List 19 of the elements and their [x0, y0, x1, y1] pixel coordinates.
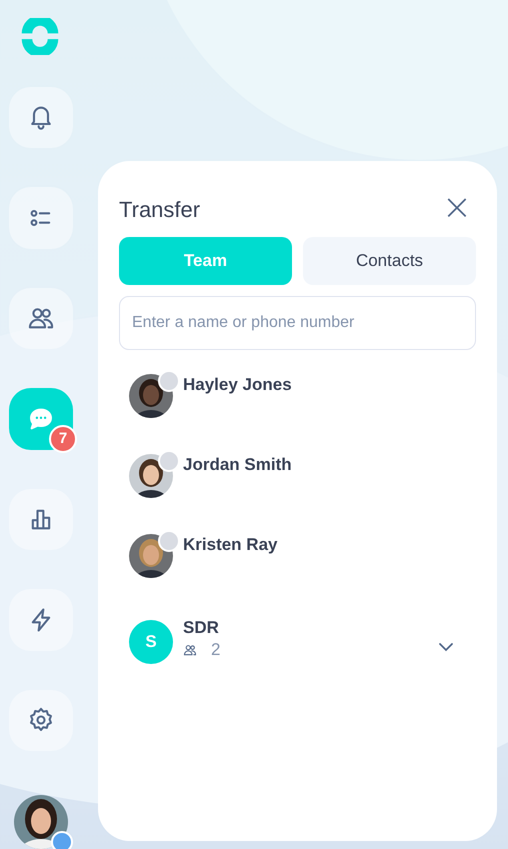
contact-name: Kristen Ray: [183, 535, 278, 555]
contact-name: Jordan Smith: [183, 455, 292, 475]
chart-nav-button[interactable]: [9, 488, 73, 550]
tab[interactable]: Contacts: [303, 237, 476, 285]
chevron-down-icon[interactable]: [438, 642, 454, 652]
panel-title: Transfer: [119, 197, 200, 223]
people-nav-button[interactable]: [9, 288, 73, 350]
contact-name: Hayley Jones: [183, 375, 292, 395]
group-avatar: S: [129, 620, 173, 664]
bolt-nav-button[interactable]: [9, 589, 73, 651]
search-field[interactable]: Enter a name or phone number: [119, 296, 476, 350]
close-button[interactable]: ×: [438, 193, 476, 223]
member-count: 2: [211, 640, 220, 660]
bell-nav-button[interactable]: [9, 86, 73, 148]
gear-nav-button[interactable]: [9, 690, 73, 752]
group-name: SDR: [183, 618, 220, 638]
people-icon: [183, 643, 197, 657]
unread-count-badge: 7: [49, 424, 77, 453]
list-nav-button[interactable]: [9, 187, 73, 249]
